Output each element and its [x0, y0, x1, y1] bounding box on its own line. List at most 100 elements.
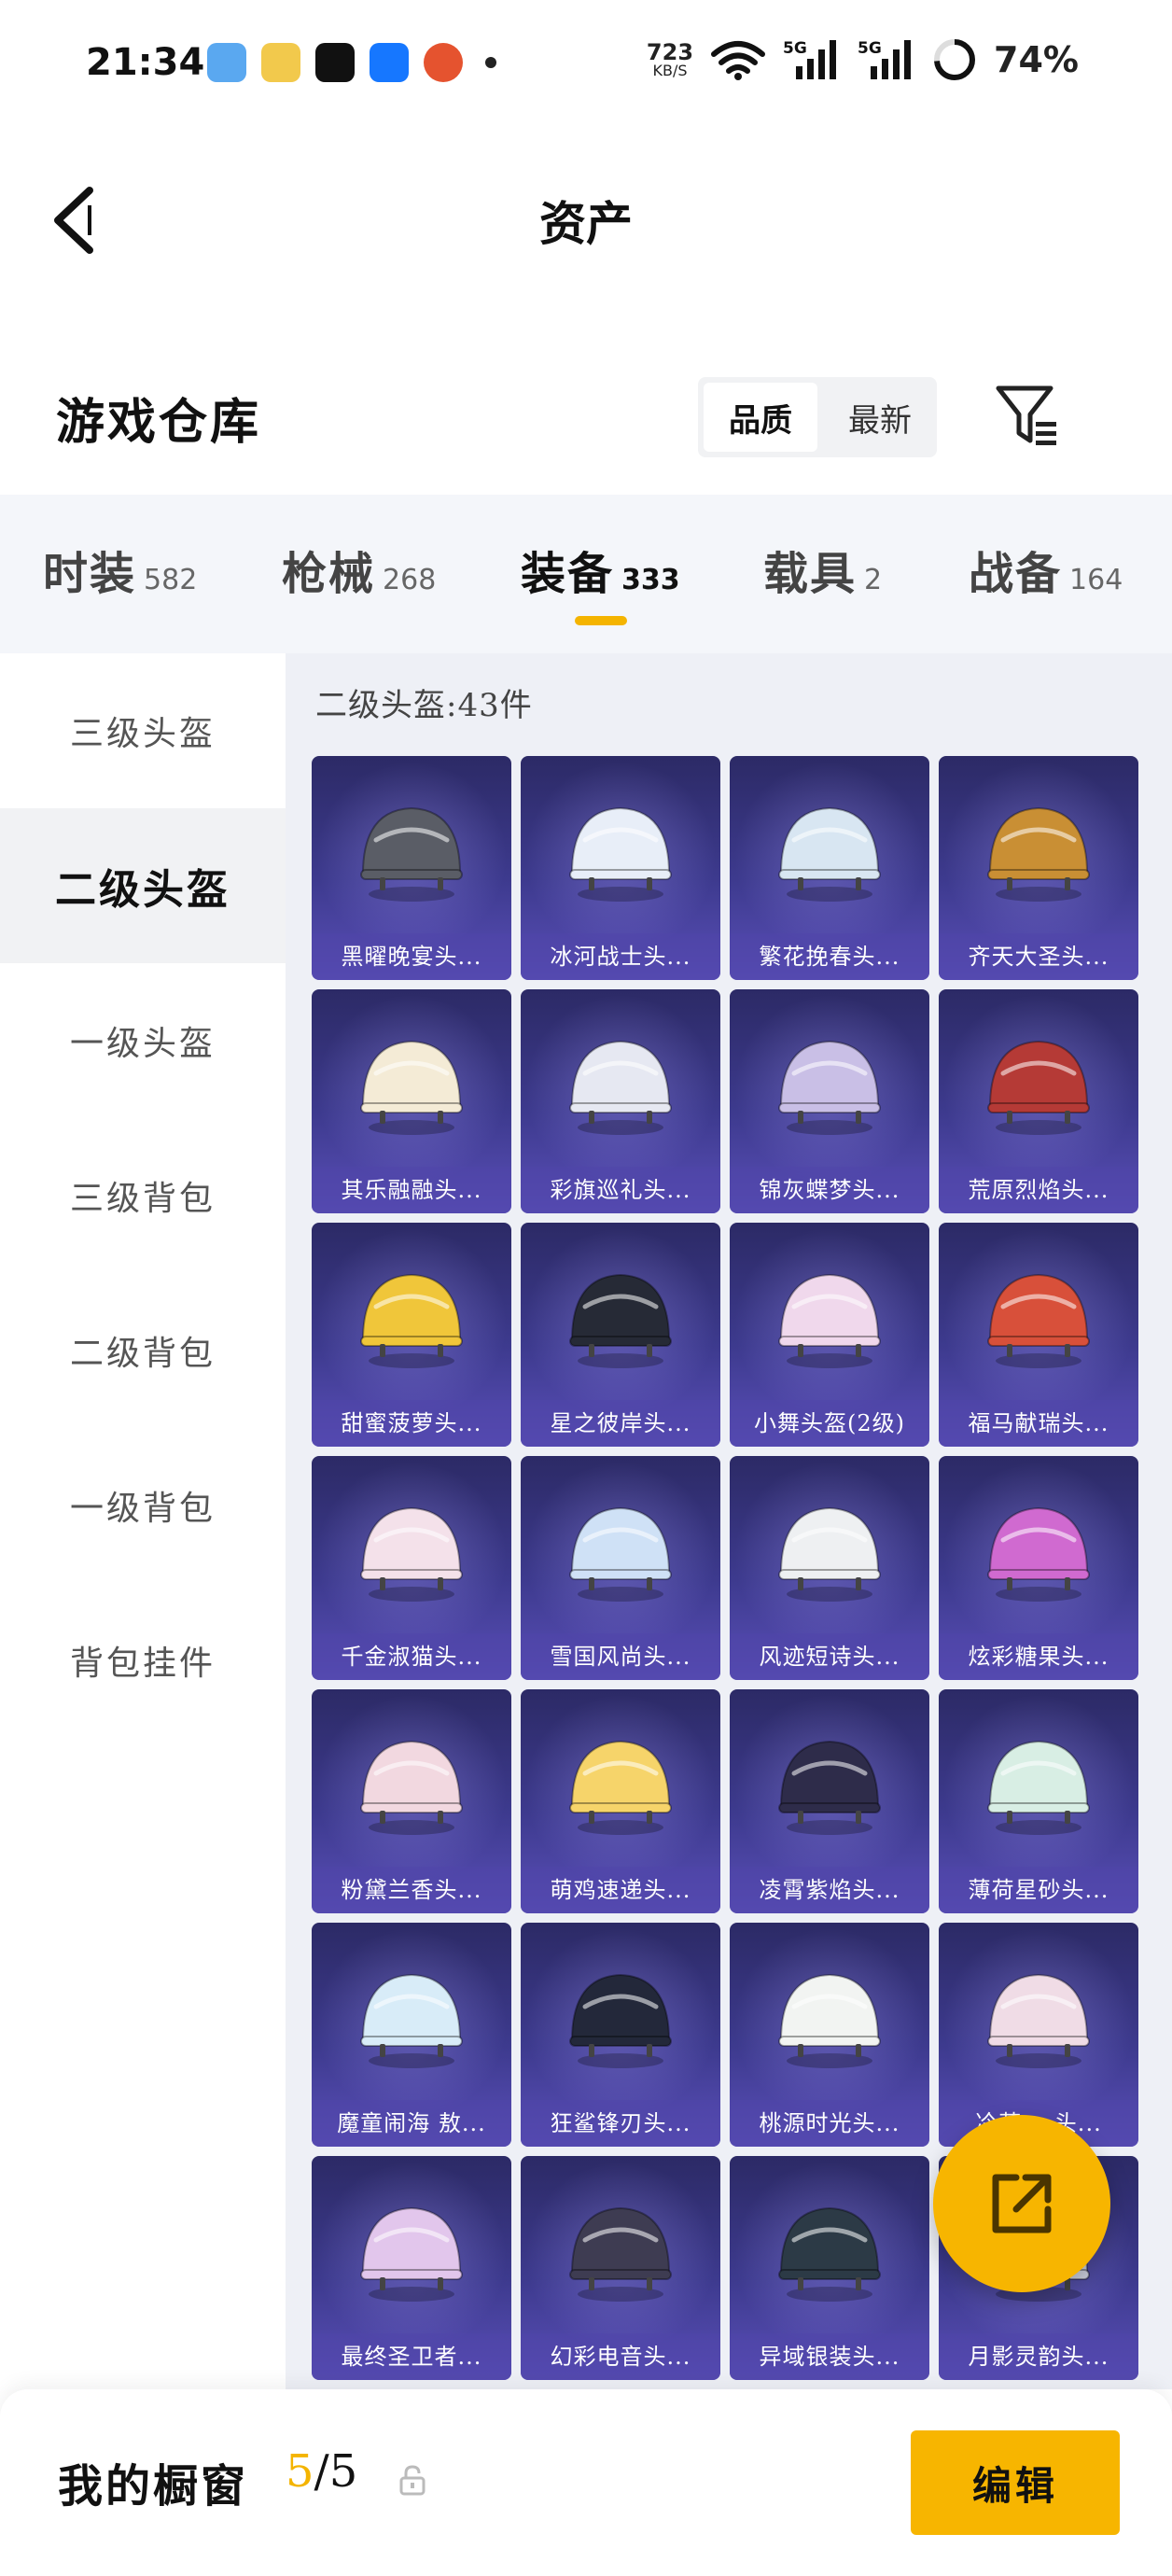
helmet-icon	[987, 806, 1090, 902]
active-tab-indicator	[575, 616, 627, 625]
helmet-item-card[interactable]: 雪国风尚头...	[521, 1456, 720, 1680]
showcase-label: 我的橱窗	[58, 2460, 249, 2513]
sort-by-quality-button[interactable]: 品质	[704, 383, 817, 452]
helmet-item-card[interactable]: 彩旗巡礼头...	[521, 989, 720, 1213]
sidebar-item-level2-helmet[interactable]: 二级头盔	[0, 808, 286, 963]
helmet-item-name: 小舞头盔(2级)	[730, 1400, 929, 1447]
helmet-item-card[interactable]: 风迹短诗头...	[730, 1456, 929, 1680]
helmet-item-name: 齐天大圣头...	[939, 933, 1138, 980]
helmet-icon	[569, 1506, 672, 1602]
tab-fashion[interactable]: 时装 582	[43, 537, 197, 602]
subcategory-sidebar: 三级头盔 二级头盔 一级头盔 三级背包 二级背包 一级背包 背包挂件	[0, 653, 286, 2389]
helmet-item-card[interactable]: 黑曜晚宴头...	[312, 756, 511, 980]
tab-combat-gear[interactable]: 战备 164	[969, 537, 1123, 602]
weather-app-icon	[207, 43, 246, 82]
helmet-item-card[interactable]: 桃源时光头...	[730, 1923, 929, 2147]
helmet-item-card[interactable]: 幻彩电音头...	[521, 2156, 720, 2380]
tab-count: 164	[1069, 564, 1123, 596]
helmet-icon	[987, 1273, 1090, 1368]
helmet-item-card[interactable]: 狂鲨锋刃头...	[521, 1923, 720, 2147]
helmet-item-card[interactable]: 冷萌... 头...	[939, 1923, 1138, 2147]
helmet-item-card[interactable]: 萌鸡速递头...	[521, 1689, 720, 1913]
network-speed: 723 KB/S	[647, 41, 693, 78]
helmet-icon	[569, 806, 672, 902]
helmet-item-card[interactable]: 炫彩糖果头...	[939, 1456, 1138, 1680]
helmet-item-name: 甜蜜菠萝头...	[312, 1400, 511, 1447]
category-count-heading: 二级头盔:43件	[315, 687, 533, 724]
helmet-icon	[778, 1273, 881, 1368]
helmet-item-card[interactable]: 其乐融融头...	[312, 989, 511, 1213]
status-bar: 21:34 723 KB/S 5G 5G 74%	[0, 0, 1172, 131]
share-button[interactable]	[933, 2115, 1110, 2292]
warehouse-title: 游戏仓库	[56, 394, 262, 451]
tab-equipment[interactable]: 装备 333	[521, 537, 680, 602]
lock-icon	[399, 2465, 426, 2496]
helmet-item-card[interactable]: 魔童闹海 敖...	[312, 1923, 511, 2147]
helmet-icon	[569, 1040, 672, 1135]
sidebar-item-backpack-charm[interactable]: 背包挂件	[0, 1583, 286, 1738]
tab-count: 2	[864, 564, 883, 596]
helmet-icon	[778, 1973, 881, 2068]
helmet-item-card[interactable]: 齐天大圣头...	[939, 756, 1138, 980]
sidebar-item-level2-backpack[interactable]: 二级背包	[0, 1273, 286, 1428]
game-app-icon	[261, 43, 300, 82]
helmet-item-name: 雪国风尚头...	[521, 1633, 720, 1680]
tiktok-app-icon	[315, 43, 355, 82]
helmet-icon	[778, 1740, 881, 1835]
helmet-item-card[interactable]: 粉黛兰香头...	[312, 1689, 511, 1913]
sidebar-item-level1-helmet[interactable]: 一级头盔	[0, 963, 286, 1118]
helmet-icon	[987, 1973, 1090, 2068]
tab-label: 时装	[43, 548, 137, 600]
helmet-icon	[987, 1740, 1090, 1835]
sidebar-item-level3-helmet[interactable]: 三级头盔	[0, 653, 286, 808]
helmet-item-name: 千金淑猫头...	[312, 1633, 511, 1680]
helmet-item-card[interactable]: 小舞头盔(2级)	[730, 1223, 929, 1447]
helmet-icon	[778, 2206, 881, 2302]
helmet-item-name: 福马献瑞头...	[939, 1400, 1138, 1447]
edit-button[interactable]: 编辑	[911, 2430, 1120, 2535]
helmet-icon	[778, 806, 881, 902]
helmet-item-card[interactable]: 最终圣卫者...	[312, 2156, 511, 2380]
helmet-item-name: 繁花挽春头...	[730, 933, 929, 980]
helmet-icon	[360, 1273, 463, 1368]
helmet-item-name: 狂鲨锋刃头...	[521, 2100, 720, 2147]
helmet-item-name: 魔童闹海 敖...	[312, 2100, 511, 2147]
tab-label: 装备	[521, 548, 615, 600]
helmet-item-card[interactable]: 锦灰蝶梦头...	[730, 989, 929, 1213]
helmet-item-card[interactable]: 冰河战士头...	[521, 756, 720, 980]
helmet-item-name: 黑曜晚宴头...	[312, 933, 511, 980]
notification-icons	[207, 43, 496, 82]
helmet-item-card[interactable]: 薄荷星砂头...	[939, 1689, 1138, 1913]
helmet-item-name: 荒原烈焰头...	[939, 1167, 1138, 1213]
shop-app-icon	[424, 43, 463, 82]
showcase-total: /5	[314, 2445, 358, 2498]
helmet-item-card[interactable]: 甜蜜菠萝头...	[312, 1223, 511, 1447]
helmet-item-card[interactable]: 星之彼岸头...	[521, 1223, 720, 1447]
helmet-icon	[987, 1040, 1090, 1135]
sidebar-item-level1-backpack[interactable]: 一级背包	[0, 1428, 286, 1583]
showcase-bar: 我的橱窗 5/5 编辑	[0, 2389, 1172, 2576]
tab-count: 268	[383, 564, 437, 596]
wifi-icon	[711, 41, 766, 80]
filter-icon[interactable]	[995, 383, 1060, 448]
sort-by-newest-button[interactable]: 最新	[823, 377, 937, 457]
battery-percent: 74%	[994, 39, 1079, 80]
more-notifications-icon	[485, 57, 496, 68]
helmet-item-card[interactable]: 凌霄紫焰头...	[730, 1689, 929, 1913]
sidebar-item-level3-backpack[interactable]: 三级背包	[0, 1118, 286, 1273]
tab-weapons[interactable]: 枪械 268	[282, 537, 436, 602]
tab-vehicles[interactable]: 载具 2	[763, 537, 882, 602]
helmet-icon	[778, 1506, 881, 1602]
helmet-icon	[569, 1740, 672, 1835]
helmet-item-card[interactable]: 异域银装头...	[730, 2156, 929, 2380]
share-external-icon	[992, 2174, 1052, 2233]
alipay-app-icon	[370, 43, 409, 82]
helmet-item-name: 粉黛兰香头...	[312, 1867, 511, 1913]
helmet-item-card[interactable]: 千金淑猫头...	[312, 1456, 511, 1680]
helmet-item-card[interactable]: 繁花挽春头...	[730, 756, 929, 980]
helmet-item-name: 桃源时光头...	[730, 2100, 929, 2147]
helmet-item-name: 薄荷星砂头...	[939, 1867, 1138, 1913]
helmet-item-card[interactable]: 荒原烈焰头...	[939, 989, 1138, 1213]
helmet-item-card[interactable]: 福马献瑞头...	[939, 1223, 1138, 1447]
tab-count: 333	[621, 564, 680, 596]
